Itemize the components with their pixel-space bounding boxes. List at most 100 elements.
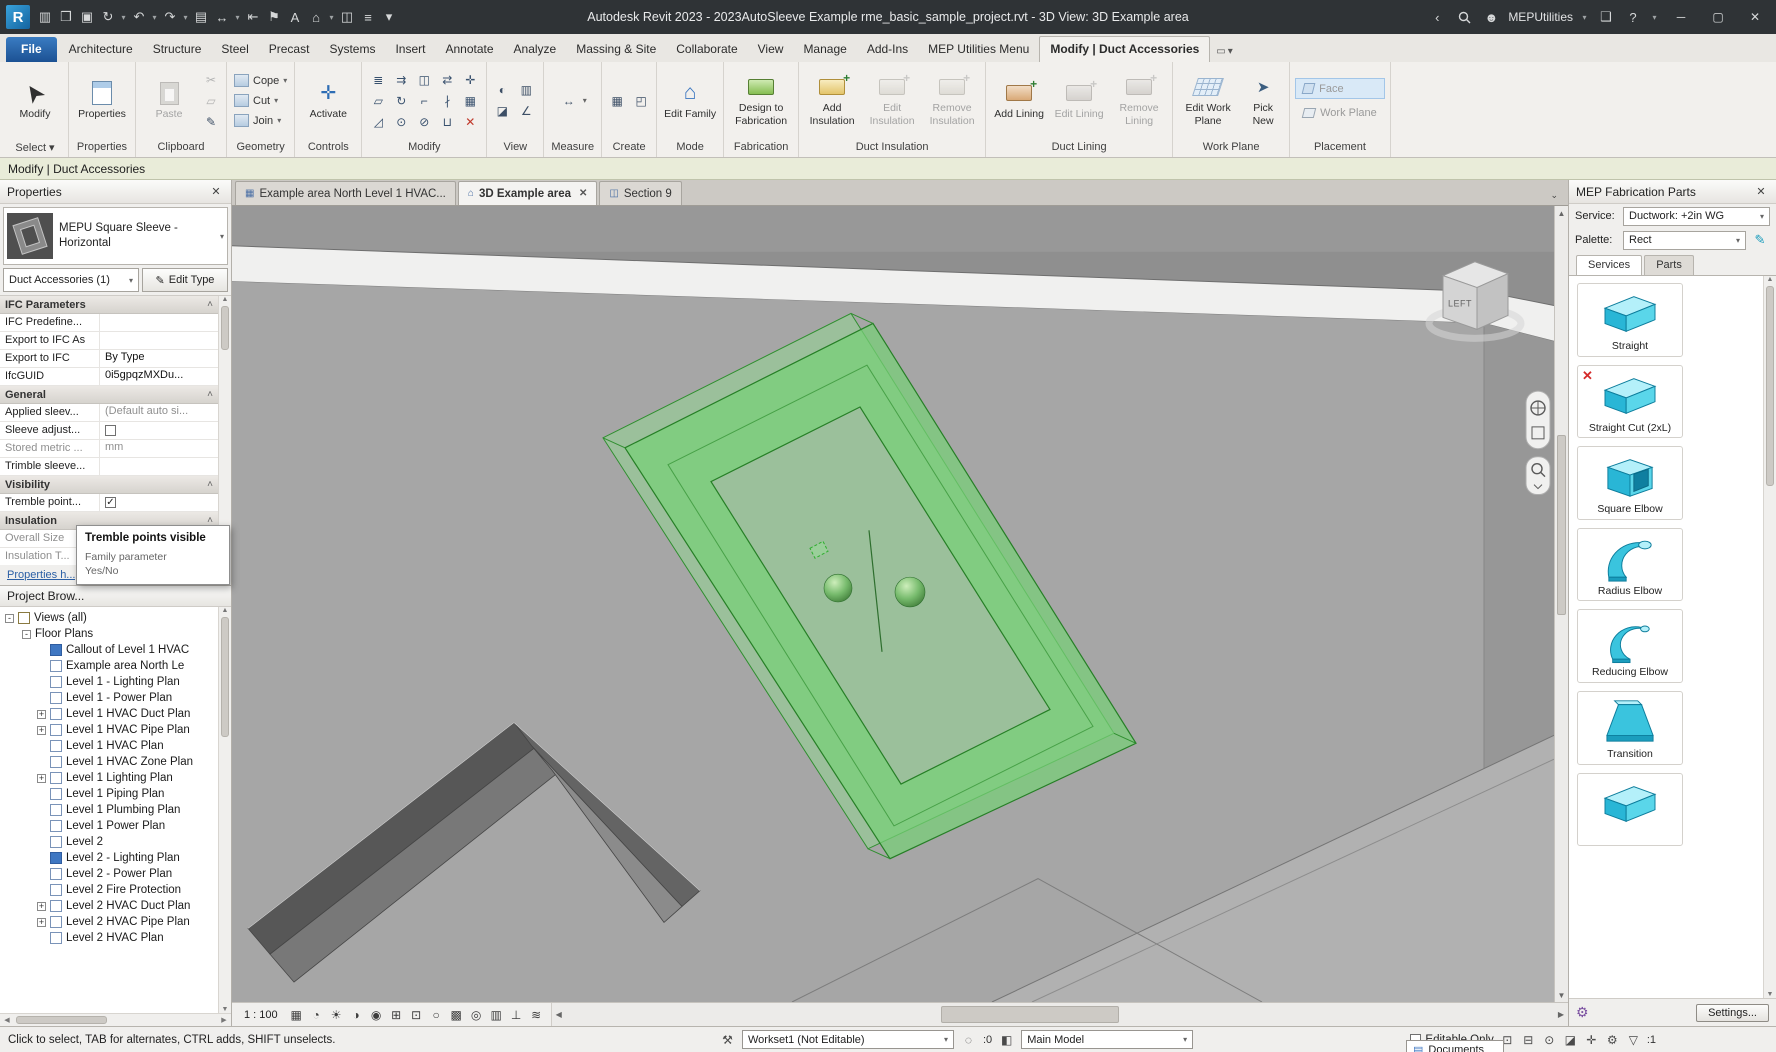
temporary-hide-icon[interactable]: ▩ xyxy=(447,1005,466,1024)
scroll-right-icon[interactable]: ▶ xyxy=(1554,1010,1568,1019)
scroll-left-icon[interactable]: ◀ xyxy=(552,1010,566,1019)
design-to-fabrication-button[interactable]: Design to Fabrication xyxy=(729,72,793,128)
ribbon-tab-structure[interactable]: Structure xyxy=(143,37,212,62)
browser-item-level-1-power-plan[interactable]: Level 1 - Power Plan xyxy=(5,690,218,706)
browser-item-level-1-piping-plan[interactable]: Level 1 Piping Plan xyxy=(5,786,218,802)
dropdown-caret-icon[interactable]: ▾ xyxy=(119,13,128,22)
view-cube-face-label[interactable]: LEFT xyxy=(1448,299,1472,309)
browser-item-level-1-power-plan[interactable]: Level 1 Power Plan xyxy=(5,818,218,834)
browser-group-floor-plans[interactable]: - Floor Plans xyxy=(5,626,218,642)
select-pinned-icon[interactable]: ⊙ xyxy=(1540,1033,1559,1047)
expand-icon[interactable]: + xyxy=(37,773,46,783)
properties-button[interactable]: Properties xyxy=(74,78,130,122)
unpin-icon[interactable]: ⊘ xyxy=(413,112,435,132)
print-icon[interactable]: ▤ xyxy=(191,5,211,29)
param-value[interactable] xyxy=(100,422,218,439)
unlocked-view-icon[interactable]: ○ xyxy=(427,1005,446,1024)
mirror-pick-icon[interactable]: ⇄ xyxy=(436,70,458,90)
browser-item-level-2-hvac-pipe-plan[interactable]: + Level 2 HVAC Pipe Plan xyxy=(5,914,218,930)
detail-level-icon[interactable]: ▦ xyxy=(287,1005,306,1024)
copy-to-clipboard-icon[interactable]: ▱ xyxy=(201,91,221,110)
browser-item-level-1-hvac-plan[interactable]: Level 1 HVAC Plan xyxy=(5,738,218,754)
steering-wheel-icon[interactable] xyxy=(1530,400,1546,416)
shadows-icon[interactable]: ◑ xyxy=(347,1005,366,1024)
3d-viewport-canvas[interactable]: LEFT xyxy=(232,206,1554,1002)
remove-insulation-button[interactable]: Remove Insulation xyxy=(924,71,980,128)
design-options-icon[interactable]: ◧ xyxy=(997,1033,1016,1047)
part-item-straight-cut-2xl[interactable]: ✕ Straight Cut (2xL) xyxy=(1577,364,1683,439)
ribbon-tab-systems[interactable]: Systems xyxy=(319,37,385,62)
part-item-straight[interactable]: Straight xyxy=(1577,283,1683,357)
browser-item-level-2-fire-protection[interactable]: Level 2 Fire Protection xyxy=(5,882,218,898)
show-constraints-icon[interactable]: ⊥ xyxy=(507,1005,526,1024)
palette-settings-icon[interactable]: ✎ xyxy=(1750,231,1770,250)
minimize-button[interactable]: ─ xyxy=(1666,4,1696,30)
delete-icon[interactable]: ✕ xyxy=(459,112,481,132)
scroll-right-icon[interactable]: ▶ xyxy=(217,1016,231,1024)
browser-item-level-2-lighting-plan[interactable]: Level 2 - Lighting Plan xyxy=(5,850,218,866)
dropdown-caret-icon[interactable]: ▾ xyxy=(327,13,336,22)
cut-icon[interactable]: ✂ xyxy=(201,70,221,89)
copy-icon[interactable]: ▱ xyxy=(367,91,389,111)
render-icon[interactable]: ◉ xyxy=(367,1005,386,1024)
dropdown-caret-icon[interactable]: ▾ xyxy=(233,13,242,22)
displace-elements-icon[interactable]: ◪ xyxy=(492,102,512,121)
collapse-icon[interactable]: - xyxy=(5,613,14,623)
section-icon[interactable]: ◫ xyxy=(337,5,357,29)
edit-work-plane-button[interactable]: Edit Work Plane xyxy=(1178,72,1238,128)
browser-item-level-1-plumbing-plan[interactable]: Level 1 Plumbing Plan xyxy=(5,802,218,818)
view-tab-example-area-north-level-1-hvac[interactable]: ▦ Example area North Level 1 HVAC... xyxy=(235,181,456,205)
expand-icon[interactable]: + xyxy=(37,725,46,735)
crop-view-icon[interactable]: ⊞ xyxy=(387,1005,406,1024)
part-item-partial[interactable] xyxy=(1577,772,1683,846)
split-icon[interactable]: ∤ xyxy=(436,91,458,111)
scroll-left-icon[interactable]: ◀ xyxy=(0,1016,14,1024)
close-button[interactable]: ✕ xyxy=(1740,4,1770,30)
mirror-axis-icon[interactable]: ◫ xyxy=(413,70,435,90)
param-value[interactable]: (Default auto si... xyxy=(100,404,218,421)
edit-insulation-button[interactable]: Edit Insulation xyxy=(864,71,920,128)
drag-control-sphere-left[interactable] xyxy=(823,573,853,603)
save-icon[interactable]: ▣ xyxy=(77,5,97,29)
rotate-icon[interactable]: ↻ xyxy=(390,91,412,111)
project-browser-hscrollbar[interactable]: ◀ ▶ xyxy=(0,1013,231,1026)
ribbon-tab-architecture[interactable]: Architecture xyxy=(59,37,143,62)
pick-new-work-plane-button[interactable]: ➤ Pick New xyxy=(1242,72,1284,128)
browser-item-example-area-north-le[interactable]: Example area North Le xyxy=(5,658,218,674)
expand-icon[interactable]: + xyxy=(37,901,46,911)
scroll-down-icon[interactable]: ▼ xyxy=(1558,988,1566,1002)
documents-tab[interactable]: ▤ Documents xyxy=(1406,1040,1504,1052)
match-type-properties-icon[interactable]: ✎ xyxy=(201,112,221,131)
param-value[interactable]: ✓ xyxy=(100,494,218,511)
hide-elements-icon[interactable]: ◐ xyxy=(492,81,512,100)
project-browser-scrollbar[interactable]: ▲ ▼ xyxy=(218,607,231,1013)
sync-with-central-icon[interactable]: ↻ xyxy=(98,5,118,29)
select-by-face-icon[interactable]: ◪ xyxy=(1561,1033,1580,1047)
collapse-chevron-icon[interactable]: ‹ xyxy=(1427,5,1447,29)
placement-work-plane-option[interactable]: Work Plane xyxy=(1295,102,1385,123)
scroll-down-icon[interactable]: ▼ xyxy=(222,1006,229,1013)
browser-root-views[interactable]: - Views (all) xyxy=(5,610,218,626)
param-section-visibility[interactable]: Visibility ˄ xyxy=(0,476,218,494)
browser-item-level-2-power-plan[interactable]: Level 2 - Power Plan xyxy=(5,866,218,882)
edit-family-button[interactable]: ⌂ Edit Family xyxy=(662,78,718,122)
tab-list-chevron-icon[interactable]: ⌄ xyxy=(1543,190,1565,205)
account-caret-icon[interactable]: ▾ xyxy=(1580,13,1589,22)
ribbon-tab-mep-utilities-menu[interactable]: MEP Utilities Menu xyxy=(918,37,1039,62)
show-crop-icon[interactable]: ⊡ xyxy=(407,1005,426,1024)
expand-icon[interactable]: + xyxy=(37,917,46,927)
paste-button[interactable]: Paste xyxy=(141,78,197,122)
ribbon-tab-manage[interactable]: Manage xyxy=(793,37,856,62)
reveal-hidden-icon[interactable]: ◎ xyxy=(467,1005,486,1024)
visual-style-icon[interactable]: ◔ xyxy=(307,1005,326,1024)
undo-icon[interactable]: ↶ xyxy=(129,5,149,29)
param-value[interactable] xyxy=(100,314,218,331)
activate-controls-button[interactable]: ✛ Activate xyxy=(300,78,356,122)
background-processes-icon[interactable]: ⚙ xyxy=(1603,1033,1622,1047)
array-icon[interactable]: ▦ xyxy=(459,91,481,111)
ribbon-tab-steel[interactable]: Steel xyxy=(211,37,258,62)
gray-inactive-worksets-icon[interactable]: ◌ xyxy=(959,1033,978,1047)
text-icon[interactable]: A xyxy=(285,5,305,29)
file-tabs-icon[interactable]: ▥ xyxy=(35,5,55,29)
scale-icon[interactable]: ◿ xyxy=(367,112,389,132)
